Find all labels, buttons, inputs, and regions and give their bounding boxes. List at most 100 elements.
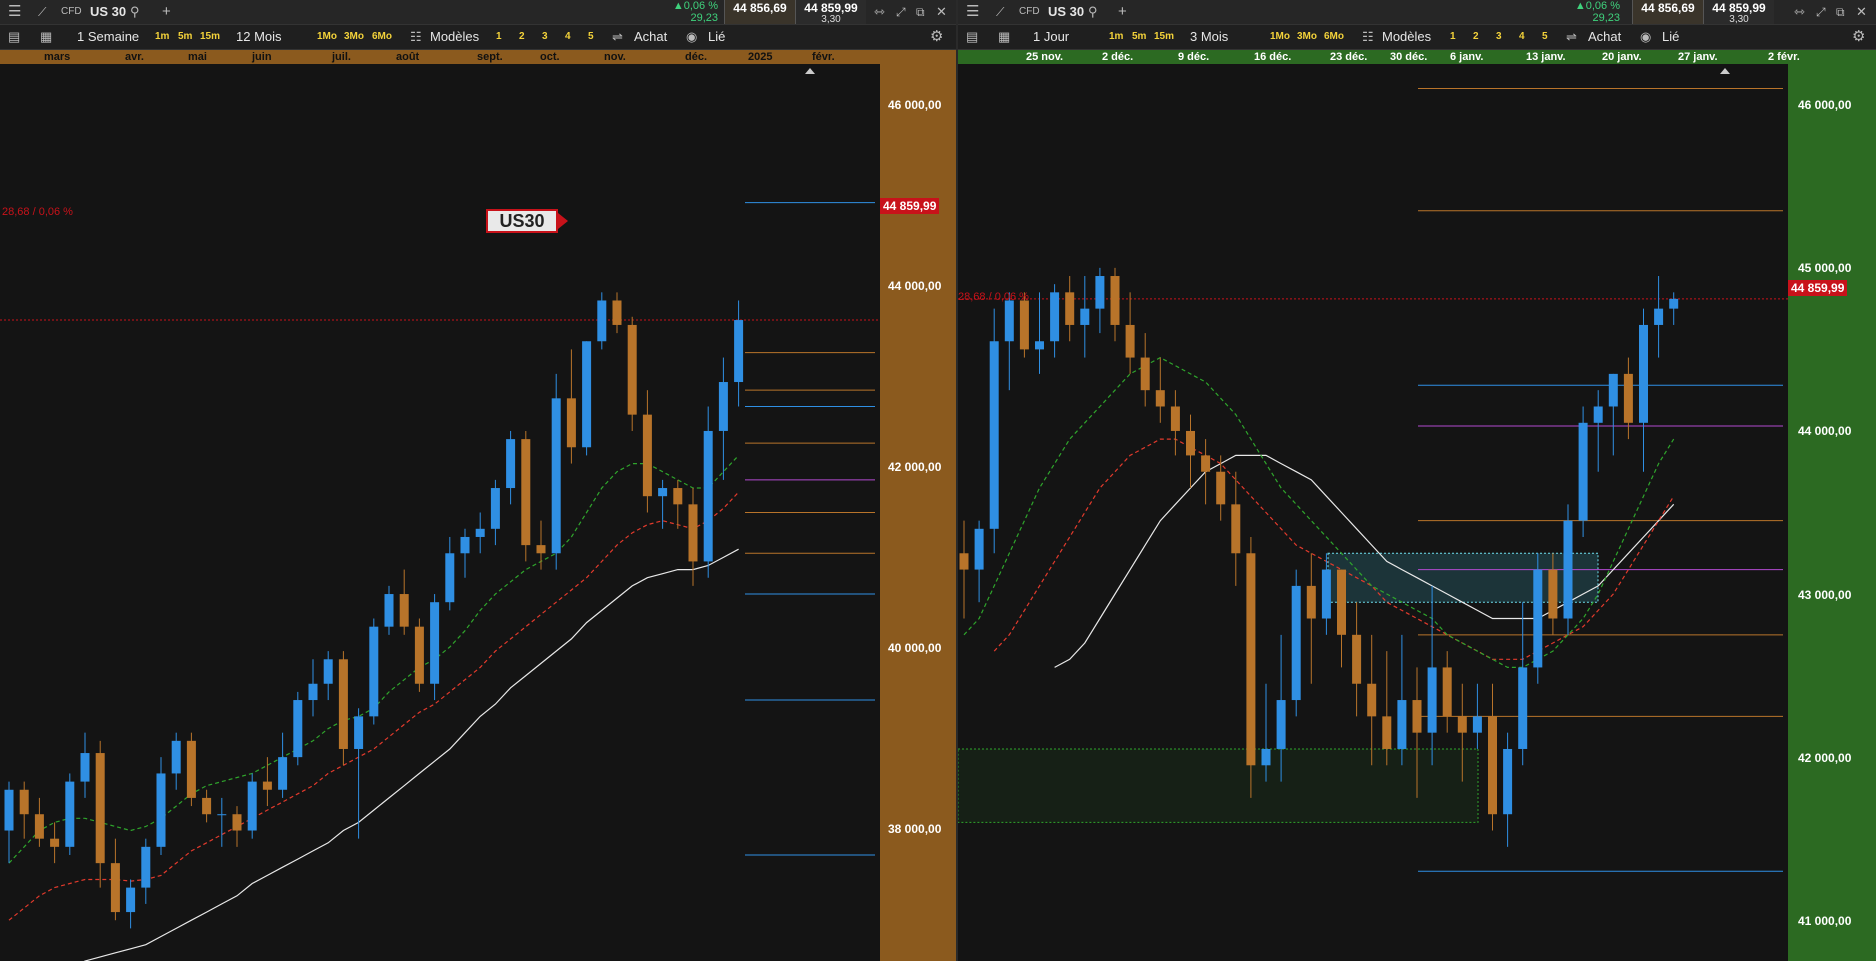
models-button[interactable]: Modèles bbox=[1382, 25, 1431, 49]
current-price-tag: 44 859,99 bbox=[1788, 280, 1848, 296]
weekly-candlestick-chart[interactable] bbox=[0, 64, 880, 961]
linked-button[interactable]: Lié bbox=[708, 25, 725, 49]
candle-down bbox=[1170, 406, 1180, 431]
buy-price: 44 859,99 bbox=[804, 1, 858, 15]
models-button[interactable]: Modèles bbox=[430, 25, 479, 49]
preset-4[interactable]: 4 bbox=[565, 25, 571, 49]
interval-select[interactable]: 1 Semaine bbox=[77, 25, 139, 49]
candle-down bbox=[338, 659, 348, 749]
candle-down bbox=[1125, 324, 1135, 358]
expand-icon[interactable]: ⤢ bbox=[896, 0, 906, 24]
popout-icon[interactable]: ⧉ bbox=[1836, 0, 1845, 24]
buy-price-button[interactable]: 44 859,99 3,30 bbox=[1703, 0, 1774, 25]
ma-green-line bbox=[963, 356, 1675, 669]
range-select[interactable]: 12 Mois bbox=[236, 25, 282, 49]
list-icon[interactable]: ▤ bbox=[8, 25, 20, 49]
layout-icon[interactable]: ▦ bbox=[40, 25, 52, 49]
price-label: 41 000,00 bbox=[1798, 914, 1852, 928]
interval-15m[interactable]: 15m bbox=[1154, 25, 1174, 49]
candle-down bbox=[95, 753, 105, 864]
search-icon[interactable]: ⚲ bbox=[1088, 0, 1098, 24]
range-3mo[interactable]: 3Mo bbox=[1297, 25, 1317, 49]
candle-down bbox=[50, 838, 60, 847]
search-icon[interactable]: ⚲ bbox=[130, 0, 140, 24]
preset-5[interactable]: 5 bbox=[588, 25, 594, 49]
preset-3[interactable]: 3 bbox=[542, 25, 548, 49]
time-axis: 25 nov. 2 déc. 9 déc. 16 déc. 23 déc. 30… bbox=[958, 50, 1876, 64]
minimize-icon[interactable]: ⇿ bbox=[1794, 0, 1805, 24]
range-6mo[interactable]: 6Mo bbox=[372, 25, 392, 49]
candle-up bbox=[1397, 700, 1407, 749]
minimize-icon[interactable]: ⇿ bbox=[874, 0, 885, 24]
candle-up bbox=[1276, 700, 1286, 749]
price-change: ▲0,06 % 29,23 bbox=[1564, 0, 1620, 24]
price-axis[interactable]: 46 000,00 45 000,00 44 000,00 43 000,00 … bbox=[1788, 64, 1876, 961]
time-label: oct. bbox=[540, 51, 560, 63]
candle-down bbox=[1065, 292, 1075, 325]
symbol-name[interactable]: US 30 bbox=[1048, 0, 1084, 24]
preset-2[interactable]: 2 bbox=[519, 25, 525, 49]
current-price-tag: 44 859,99 bbox=[880, 198, 940, 214]
menu-icon[interactable]: ☰ bbox=[966, 0, 979, 24]
price-axis[interactable]: 46 000,00 44 000,00 42 000,00 40 000,00 … bbox=[880, 64, 956, 961]
interval-1m[interactable]: 1m bbox=[1109, 25, 1123, 49]
buy-button[interactable]: Achat bbox=[1588, 25, 1621, 49]
interval-1m[interactable]: 1m bbox=[155, 25, 169, 49]
preset-1[interactable]: 1 bbox=[1450, 25, 1456, 49]
candle-up bbox=[1503, 748, 1513, 815]
add-tab-icon[interactable]: + bbox=[1118, 0, 1127, 24]
sell-price-button[interactable]: 44 856,69 bbox=[1632, 0, 1703, 24]
range-1mo[interactable]: 1Mo bbox=[317, 25, 337, 49]
change-percent: ▲0,06 % bbox=[1574, 0, 1620, 12]
chart-panel-daily: ☰ ⟋ CFD US 30 ⚲ + ▲0,06 % 29,23 44 856,6… bbox=[958, 0, 1876, 961]
preset-1[interactable]: 1 bbox=[496, 25, 502, 49]
range-1mo[interactable]: 1Mo bbox=[1270, 25, 1290, 49]
range-6mo[interactable]: 6Mo bbox=[1324, 25, 1344, 49]
interval-select[interactable]: 1 Jour bbox=[1033, 25, 1069, 49]
candle-down bbox=[1231, 504, 1241, 554]
settings-gear-icon[interactable]: ⚙ bbox=[930, 25, 943, 49]
chart-toolbar: ▤ ▦ 1 Semaine 1m 5m 15m 12 Mois 1Mo 3Mo … bbox=[0, 25, 956, 50]
symbol-name[interactable]: US 30 bbox=[90, 0, 126, 24]
time-label: 13 janv. bbox=[1526, 51, 1566, 63]
interval-5m[interactable]: 5m bbox=[1132, 25, 1146, 49]
symbol-tag-arrow bbox=[558, 213, 568, 229]
candle-down bbox=[1337, 569, 1346, 635]
menu-icon[interactable]: ☰ bbox=[8, 0, 21, 24]
candle-up bbox=[460, 536, 470, 554]
candle-down bbox=[959, 553, 969, 570]
price-label: 43 000,00 bbox=[1798, 588, 1852, 602]
sell-price-button[interactable]: 44 856,69 bbox=[724, 0, 795, 24]
candle-down bbox=[1367, 683, 1377, 717]
buy-button[interactable]: Achat bbox=[634, 25, 667, 49]
interval-5m[interactable]: 5m bbox=[178, 25, 192, 49]
close-icon[interactable]: ✕ bbox=[1856, 0, 1867, 24]
change-line-label: 28,68 / 0,06 % bbox=[958, 291, 1029, 303]
popout-icon[interactable]: ⧉ bbox=[916, 0, 925, 24]
daily-candlestick-chart[interactable] bbox=[958, 64, 1788, 961]
spread: 3,30 bbox=[1729, 14, 1749, 25]
preset-2[interactable]: 2 bbox=[1473, 25, 1479, 49]
preset-4[interactable]: 4 bbox=[1519, 25, 1525, 49]
preset-3[interactable]: 3 bbox=[1496, 25, 1502, 49]
line-chart-icon[interactable]: ⟋ bbox=[38, 0, 46, 24]
list-icon[interactable]: ▤ bbox=[966, 25, 978, 49]
add-tab-icon[interactable]: + bbox=[162, 0, 171, 24]
linked-button[interactable]: Lié bbox=[1662, 25, 1679, 49]
range-3mo[interactable]: 3Mo bbox=[344, 25, 364, 49]
close-icon[interactable]: ✕ bbox=[936, 0, 947, 24]
range-select[interactable]: 3 Mois bbox=[1190, 25, 1228, 49]
buy-price-button[interactable]: 44 859,99 3,30 bbox=[795, 0, 866, 25]
candle-up bbox=[65, 781, 75, 847]
layout-icon[interactable]: ▦ bbox=[998, 25, 1010, 49]
candle-down bbox=[202, 797, 212, 815]
expand-icon[interactable]: ⤢ bbox=[1816, 0, 1826, 24]
time-label: mars bbox=[44, 51, 71, 63]
time-label: 9 déc. bbox=[1178, 51, 1210, 63]
preset-5[interactable]: 5 bbox=[1542, 25, 1548, 49]
settings-gear-icon[interactable]: ⚙ bbox=[1852, 25, 1865, 49]
candle-down bbox=[34, 814, 44, 839]
line-chart-icon[interactable]: ⟋ bbox=[996, 0, 1004, 24]
candle-down bbox=[262, 781, 272, 790]
interval-15m[interactable]: 15m bbox=[200, 25, 220, 49]
